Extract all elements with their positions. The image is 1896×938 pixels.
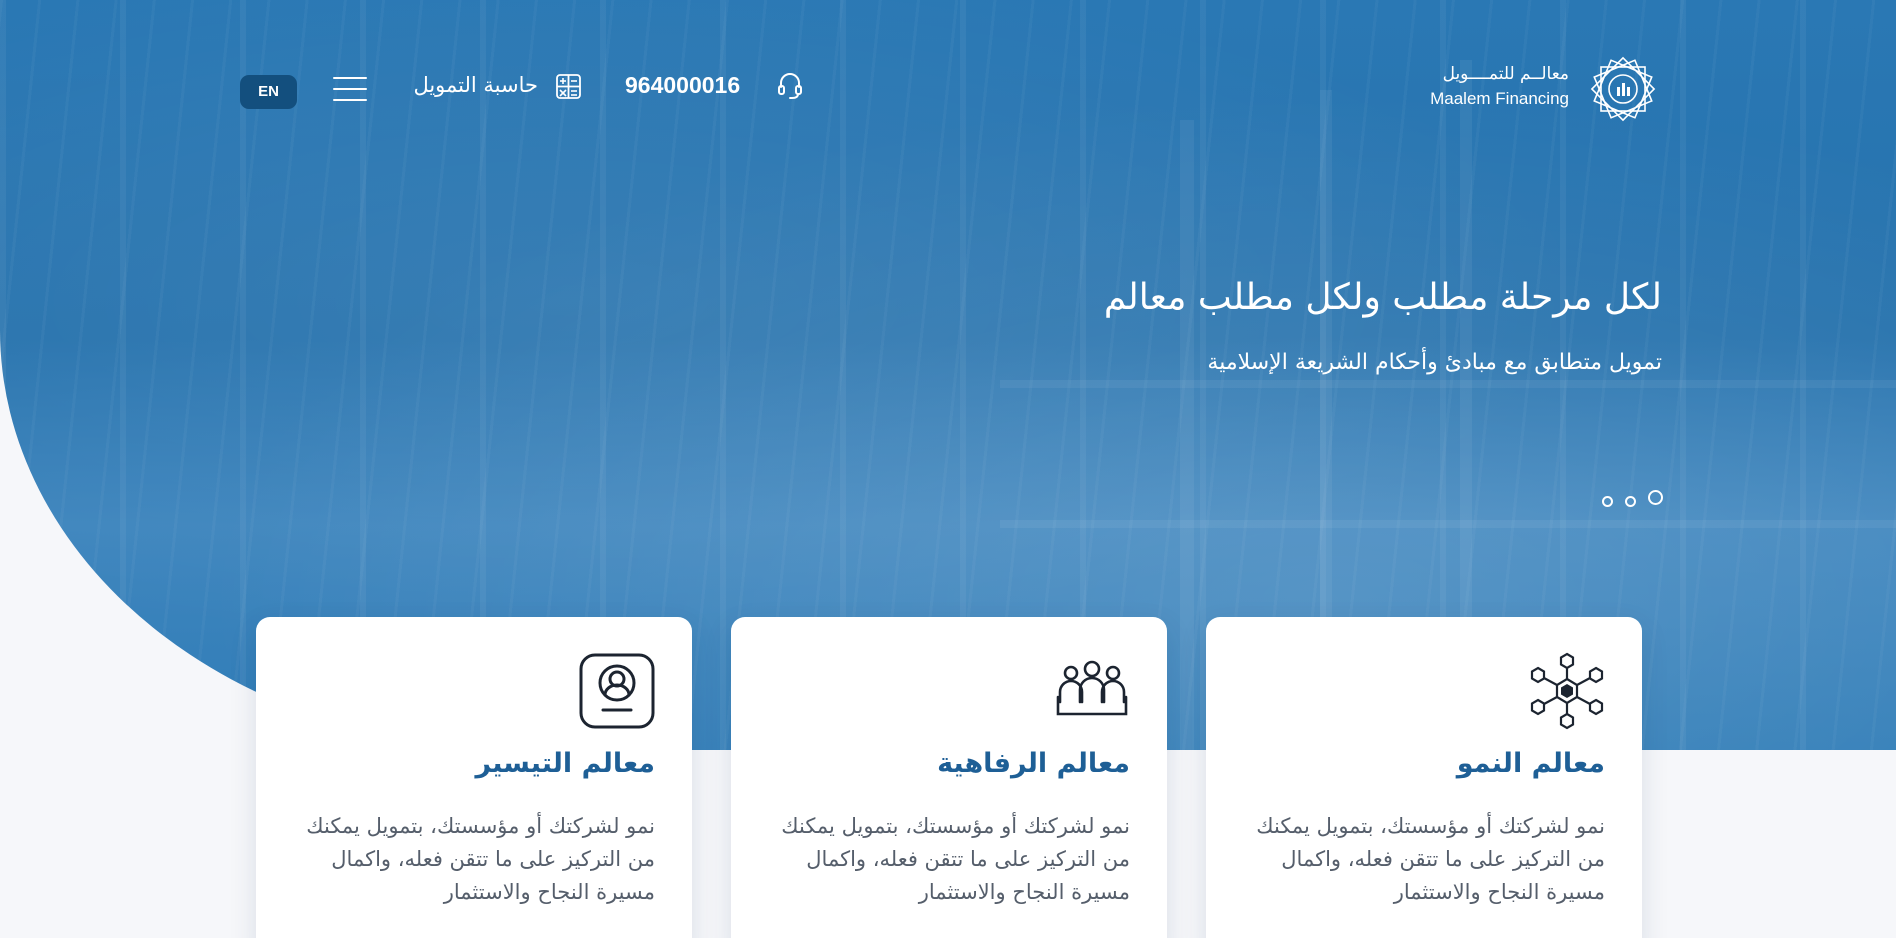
- calculator-icon[interactable]: [555, 73, 582, 100]
- slider-dot-active[interactable]: [1648, 490, 1663, 505]
- hamburger-menu-icon[interactable]: [333, 77, 367, 102]
- hero-subtitle: تمويل متطابق مع مبادئ وأحكام الشريعة الإ…: [1207, 350, 1662, 375]
- logo-arabic-text: معالــم للتمــــويل: [1442, 64, 1569, 84]
- people-group-icon: [1056, 660, 1128, 716]
- logo-english-text: Maalem Financing: [1430, 89, 1569, 108]
- menu-line: [333, 99, 367, 101]
- slider-dot[interactable]: [1602, 496, 1613, 507]
- card-title: معالم النمو: [1456, 748, 1605, 779]
- card-description: نمو لشركتك أو مؤسستك، بتمويل يمكنك من ال…: [781, 814, 1130, 904]
- phone-number-link[interactable]: 964000016: [625, 72, 760, 99]
- menu-line: [333, 88, 367, 90]
- network-hexagon-icon: [1530, 652, 1604, 730]
- hero-shelf-upright: [1180, 120, 1194, 750]
- slider-dot[interactable]: [1625, 496, 1636, 507]
- product-card-welfare[interactable]: معالم الرفاهية نمو لشركتك أو مؤسستك، بتم…: [731, 617, 1167, 938]
- card-title: معالم التيسير: [475, 748, 655, 779]
- product-card-facilitation[interactable]: معالم التيسير نمو لشركتك أو مؤسستك، بتمو…: [256, 617, 692, 938]
- card-description: نمو لشركتك أو مؤسستك، بتمويل يمكنك من ال…: [1256, 814, 1605, 904]
- card-title: معالم الرفاهية: [937, 748, 1130, 779]
- hero-shelf-beam: [1000, 380, 1896, 388]
- hero-shelf-beam: [1000, 520, 1896, 528]
- hero-title: لكل مرحلة مطلب ولكل مطلب معالم: [1103, 277, 1662, 318]
- profile-badge-icon: [579, 653, 655, 729]
- product-card-growth[interactable]: معالم النمو نمو لشركتك أو مؤسستك، بتمويل…: [1206, 617, 1642, 938]
- language-switch-button[interactable]: EN: [240, 75, 297, 109]
- headset-icon: [778, 73, 802, 99]
- maalem-logo-icon[interactable]: [1583, 49, 1663, 129]
- card-description: نمو لشركتك أو مؤسستك، بتمويل يمكنك من ال…: [306, 814, 655, 904]
- finance-calculator-link[interactable]: حاسبة التمويل: [396, 73, 538, 97]
- menu-line: [333, 77, 367, 79]
- page: معالــم للتمــــويل Maalem Financing 964…: [0, 0, 1896, 938]
